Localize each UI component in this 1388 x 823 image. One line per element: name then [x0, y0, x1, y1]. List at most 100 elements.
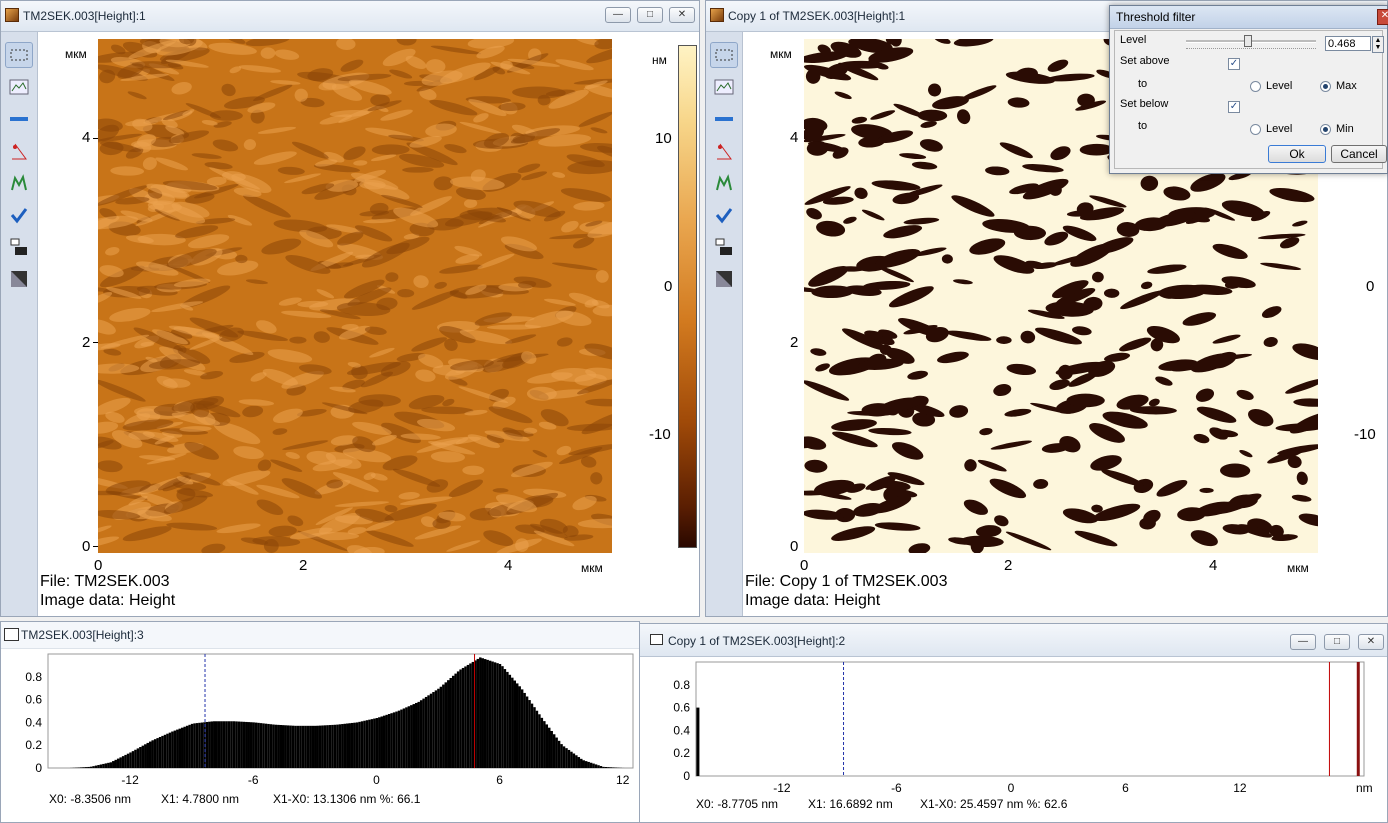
- histogram-titlebar[interactable]: TM2SEK.003[Height]:3: [1, 622, 639, 649]
- ok-button[interactable]: Ok: [1268, 145, 1326, 163]
- maximize-button[interactable]: □: [1324, 634, 1350, 650]
- threshold-region: [1298, 513, 1318, 527]
- cursor-x0-readout: X0: -8.3506 nm: [49, 792, 132, 806]
- below-level-radio[interactable]: [1250, 124, 1261, 135]
- x-tick-label: -6: [891, 781, 902, 795]
- histogram-bar: [333, 724, 337, 768]
- profile-tool[interactable]: [5, 74, 33, 100]
- profile-tool[interactable]: [710, 74, 738, 100]
- threshold-region: [951, 195, 995, 217]
- select-rect-tool[interactable]: [710, 42, 738, 68]
- histogram-bar: [200, 722, 204, 768]
- histogram-window-1[interactable]: TM2SEK.003[Height]:3 0.8 0.6 0.4 0.2 0 -12 -6 0…: [0, 621, 640, 823]
- image-window-1[interactable]: TM2SEK.003[Height]:1 — □ ✕ мкм 4 2 0 0 2…: [0, 0, 700, 617]
- close-button[interactable]: ✕: [1358, 634, 1384, 650]
- histogram-bar: [217, 721, 221, 768]
- histogram-bar: [343, 723, 347, 768]
- apply-tool[interactable]: [710, 202, 738, 228]
- surface-feature: [155, 157, 189, 171]
- histogram-bar: [119, 757, 122, 768]
- colorbar-tick: 0: [664, 278, 673, 295]
- x-axis-unit: мкм: [1287, 561, 1309, 575]
- dialog-close-button[interactable]: ✕: [1377, 9, 1388, 25]
- threshold-region: [813, 479, 855, 496]
- surface-feature: [448, 479, 484, 498]
- surface-feature: [595, 270, 609, 283]
- level-spinner[interactable]: ▲ ▼: [1372, 36, 1384, 53]
- threshold-filter-dialog[interactable]: Threshold filter ✕ Level 0.468 ▲ ▼ Set ab…: [1109, 5, 1388, 174]
- shading-tool[interactable]: [710, 266, 738, 292]
- x-tick-label: 6: [496, 773, 503, 787]
- histogram-bar: [193, 723, 196, 768]
- histogram-bar: [434, 690, 438, 768]
- histogram-bar: [124, 754, 127, 768]
- threshold-region: [1140, 175, 1159, 191]
- minimize-button[interactable]: —: [1290, 634, 1316, 650]
- histogram-bar: [213, 721, 216, 768]
- window-titlebar[interactable]: Copy 1 of TM2SEK.003[Height]:2 — □ ✕: [640, 624, 1387, 657]
- select-rect-tool[interactable]: [5, 42, 33, 68]
- histogram-bar: [580, 758, 583, 768]
- above-level-radio[interactable]: [1250, 81, 1261, 92]
- threshold-region: [1050, 146, 1071, 161]
- histogram-bar: [567, 749, 571, 768]
- set-above-checkbox[interactable]: ✓: [1228, 58, 1240, 70]
- histogram-bar: [511, 677, 514, 768]
- cancel-button[interactable]: Cancel: [1331, 145, 1387, 163]
- histogram-bar: [336, 724, 339, 768]
- histogram-bar: [215, 721, 218, 768]
- histogram-bar: [198, 722, 201, 768]
- histogram-bar: [284, 725, 287, 768]
- surface-feature: [385, 272, 399, 282]
- afm-height-image[interactable]: [98, 39, 612, 553]
- below-min-radio[interactable]: [1320, 124, 1331, 135]
- histogram-bar: [235, 721, 238, 768]
- y-tick-label: 0: [35, 761, 42, 775]
- surface-feature: [526, 386, 557, 401]
- histogram-bar: [540, 717, 544, 768]
- histogram-bar: [599, 766, 603, 768]
- window-titlebar[interactable]: TM2SEK.003[Height]:1 — □ ✕: [1, 1, 699, 32]
- histogram-bar: [245, 721, 248, 768]
- above-max-radio[interactable]: [1320, 81, 1331, 92]
- set-below-checkbox[interactable]: ✓: [1228, 101, 1240, 113]
- threshold-region: [990, 440, 1033, 450]
- surface-feature: [389, 69, 413, 79]
- apply-tool[interactable]: [5, 202, 33, 228]
- path-tool[interactable]: [5, 170, 33, 196]
- set-below-label: Set below: [1120, 98, 1169, 110]
- histogram-bar: [99, 764, 103, 768]
- eraser-tool[interactable]: [710, 234, 738, 260]
- angle-tool[interactable]: [5, 138, 33, 164]
- histogram-bar: [262, 723, 265, 768]
- maximize-button[interactable]: □: [637, 7, 663, 23]
- shading-tool[interactable]: [5, 266, 33, 292]
- level-value-input[interactable]: 0.468: [1325, 36, 1371, 51]
- angle-tool[interactable]: [710, 138, 738, 164]
- surface-feature: [577, 518, 612, 529]
- cursor-diff-readout: X1-X0: 25.4597 nm %: 62.6: [920, 797, 1068, 811]
- histogram-bar: [353, 722, 356, 768]
- histogram-bar: [153, 739, 157, 768]
- histogram-bar: [496, 663, 499, 768]
- dialog-titlebar[interactable]: Threshold filter ✕: [1110, 6, 1388, 29]
- level-slider[interactable]: [1186, 35, 1316, 47]
- histogram-bar: [129, 752, 132, 768]
- surface-feature: [171, 82, 192, 95]
- surface-feature: [313, 331, 330, 343]
- x-tick-label: -6: [248, 773, 259, 787]
- minimize-button[interactable]: —: [605, 7, 631, 23]
- eraser-tool[interactable]: [5, 234, 33, 260]
- line-tool[interactable]: [5, 106, 33, 132]
- path-tool[interactable]: [710, 170, 738, 196]
- cursor-x1-readout: X1: 16.6892 nm: [808, 797, 893, 811]
- surface-feature: [411, 337, 448, 352]
- y-tick-label: 2: [82, 334, 91, 351]
- slider-thumb[interactable]: [1244, 35, 1252, 47]
- histogram-bar: [535, 710, 539, 768]
- histogram-bar: [506, 671, 509, 768]
- close-button[interactable]: ✕: [669, 7, 695, 23]
- surface-feature: [142, 157, 157, 170]
- histogram-window-2[interactable]: Copy 1 of TM2SEK.003[Height]:2 — □ ✕ 0.8…: [639, 623, 1388, 823]
- line-tool[interactable]: [710, 106, 738, 132]
